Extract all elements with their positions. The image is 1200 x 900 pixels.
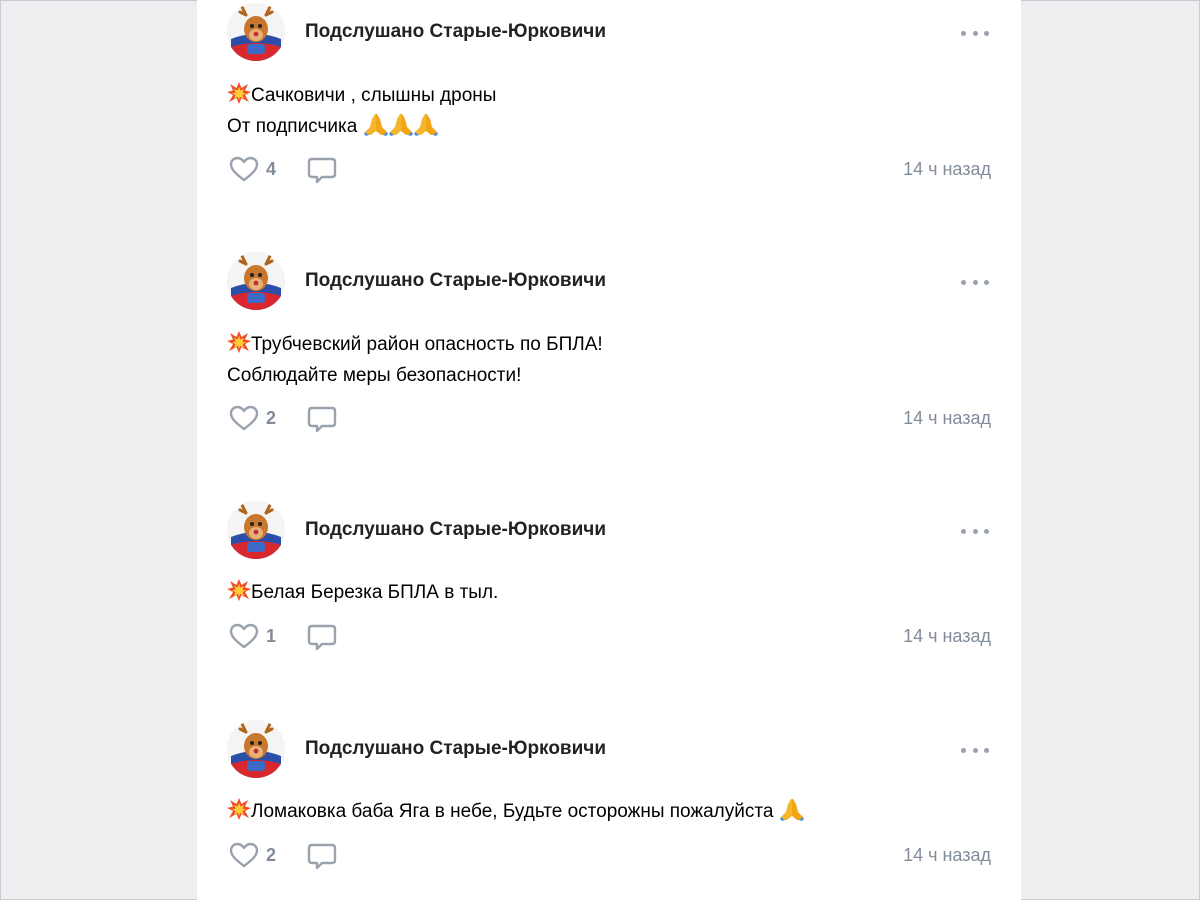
community-avatar[interactable] [227,720,285,778]
post-text-line: Сачковичи , слышны дроны [227,80,496,111]
dot [972,528,978,534]
dot [984,279,989,285]
more-options-icon[interactable] [961,276,989,288]
folded-hands-emoji-icon [413,114,438,136]
more-options-icon[interactable] [961,525,989,537]
like-button[interactable]: 2 [229,404,276,432]
like-button[interactable]: 4 [229,155,276,183]
post-text-content: Белая Березка БПЛА в тыл. [251,582,499,603]
post-text: Белая Березка БПЛА в тыл. [227,577,498,608]
post-actions: 1 14 ч назад [229,622,991,654]
heart-icon [229,156,259,182]
avatar-deer-logo [227,252,285,310]
post-text-line: Соблюдайте меры безопасности! [227,360,603,391]
post-text-content: Соблюдайте меры безопасности! [227,365,522,386]
post-author[interactable]: Подслушано Старые-Юрковичи [305,21,606,43]
post-actions: 4 14 ч назад [229,155,991,187]
avatar-deer-logo [227,501,285,559]
post-text-line: От подписчика [227,111,496,142]
collision-emoji-icon [227,331,251,353]
comment-button[interactable] [307,155,337,185]
news-feed: Подслушано Старые-Юрковичи Сачковичи , с… [197,0,1021,900]
avatar-deer-logo [227,720,285,778]
post-text-line: Трубчевский район опасность по БПЛА! [227,329,603,360]
community-avatar[interactable] [227,501,285,559]
like-count: 1 [266,625,277,646]
dot [972,747,978,753]
like-button[interactable]: 1 [229,622,276,650]
comment-icon [307,406,337,433]
dot [961,528,966,534]
dot [961,747,966,753]
like-count: 2 [266,407,277,428]
folded-hands-emoji-icon [363,114,388,136]
post-text-line: Ломаковка баба Яга в небе, Будьте осторо… [227,796,804,827]
post-text-content: Ломаковка баба Яга в небе, Будьте осторо… [251,801,774,822]
comment-button[interactable] [307,404,337,434]
like-button[interactable]: 2 [229,841,276,869]
post-timestamp[interactable]: 14 ч назад [903,626,991,647]
post-timestamp[interactable]: 14 ч назад [903,845,991,866]
folded-hands-emoji-icon [779,799,804,821]
community-avatar[interactable] [227,3,285,61]
dot [984,30,989,36]
more-options-icon[interactable] [961,744,989,756]
dot [972,30,978,36]
post-actions: 2 14 ч назад [229,841,991,873]
like-count: 4 [266,158,277,179]
heart-icon [229,842,259,868]
heart-icon [229,405,259,431]
post-author[interactable]: Подслушано Старые-Юрковичи [305,270,606,292]
post-actions: 2 14 ч назад [229,404,991,436]
post-author[interactable]: Подслушано Старые-Юрковичи [305,738,606,760]
post-text: Сачковичи , слышны дроны От подписчика [227,80,496,142]
post-timestamp[interactable]: 14 ч назад [903,159,991,180]
comment-icon [307,157,337,184]
heart-icon [229,623,259,649]
comment-icon [307,843,337,870]
post-text-content: От подписчика [227,116,358,137]
comment-icon [307,624,337,651]
like-count: 2 [266,844,277,865]
folded-hands-emoji-icon [388,114,413,136]
dot [961,279,966,285]
dot [984,747,989,753]
comment-button[interactable] [307,622,337,652]
post-text-line: Белая Березка БПЛА в тыл. [227,577,498,608]
post-text-content: Трубчевский район опасность по БПЛА! [251,334,603,355]
dot [972,279,978,285]
more-options-icon[interactable] [961,27,989,39]
collision-emoji-icon [227,579,251,601]
comment-button[interactable] [307,841,337,871]
post-text: Ломаковка баба Яга в небе, Будьте осторо… [227,796,804,827]
collision-emoji-icon [227,82,251,104]
avatar-deer-logo [227,3,285,61]
dot [984,528,989,534]
community-avatar[interactable] [227,252,285,310]
post-text: Трубчевский район опасность по БПЛА! Соб… [227,329,603,391]
dot [961,30,966,36]
post-author[interactable]: Подслушано Старые-Юрковичи [305,519,606,541]
collision-emoji-icon [227,798,251,820]
post-timestamp[interactable]: 14 ч назад [903,408,991,429]
post-text-content: Сачковичи , слышны дроны [251,85,497,106]
